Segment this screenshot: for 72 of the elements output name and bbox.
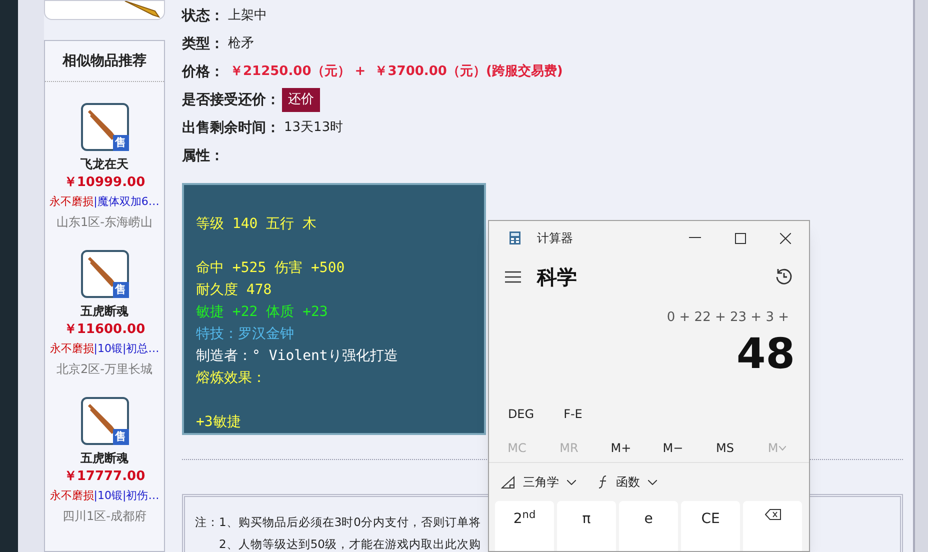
chevron-icon [567, 480, 576, 484]
field-label: 是否接受还价： [182, 90, 280, 110]
sale-badge: 售 [112, 429, 128, 445]
angle-toggle-button[interactable]: F-E [547, 399, 599, 429]
close-icon[interactable] [780, 232, 791, 244]
memory-button[interactable]: M+ [595, 433, 647, 463]
sale-badge: 售 [112, 135, 128, 151]
item-price: ￥10999.00 [64, 174, 146, 192]
calculator-app-icon [509, 231, 521, 245]
item-tag: 永不磨损 [50, 486, 94, 506]
price-text: ￥21250.00（元） + ￥3700.00（元）(跨服交易费) [230, 62, 563, 82]
field-value: 13天13时 [284, 119, 344, 138]
item-tag: |初总… [122, 339, 160, 359]
chevron-icon [648, 480, 657, 484]
item-thumbnail[interactable]: 售 [80, 103, 128, 151]
function-menu-button[interactable]: 函数 [598, 473, 657, 491]
field-label: 价格： [182, 62, 224, 82]
field-label: 类型： [182, 34, 224, 54]
attribute-line: 制造者：° Violentり强化打造 [196, 347, 399, 366]
item-thumbnail[interactable]: 售 [80, 250, 128, 298]
attribute-line: 敏捷 +22 体质 +23 [196, 303, 329, 322]
item-price: ￥17777.00 [64, 468, 146, 486]
memory-button[interactable]: MS [699, 433, 751, 463]
server-name: 北京2区-万里长城 [56, 361, 152, 378]
mode-title: 科学 [537, 264, 577, 291]
field-label: 出售剩余时间： [182, 118, 280, 138]
note-line: 注：1、购买物品后必须在3时0分内支付，否则订单将 [195, 515, 481, 529]
item-tag: |10锻 [94, 339, 122, 359]
function-menu-button[interactable]: 三角学 [501, 473, 576, 491]
counteroffer-button[interactable]: 还价 [282, 88, 320, 112]
item-tag: 永不磨损 [50, 192, 94, 212]
sale-badge: 售 [112, 282, 128, 298]
calculator-key[interactable]: 2$^{nd}$ [495, 501, 554, 551]
calculator-key[interactable]: e [619, 501, 678, 551]
result-display: 48 [736, 329, 796, 379]
expression-display: 0 + 22 + 23 + 3 + [666, 309, 790, 327]
server-name: 四川1区-成都府 [62, 508, 146, 525]
menu-icon[interactable] [505, 271, 521, 283]
function-icon [598, 475, 608, 489]
window-title: 计算器 [537, 230, 573, 247]
item-price: ￥11600.00 [64, 321, 146, 339]
field-label: 状态： [182, 6, 224, 26]
attribute-line: +3敏捷 [196, 413, 242, 432]
attribute-line: 等级 140 五行 木 [196, 215, 318, 234]
field-value: 枪矛 [228, 35, 254, 54]
attribute-line: 耐久度 478 [196, 281, 273, 300]
item-tag: 永不磨损 [50, 339, 94, 359]
note-line: 2、人物等级达到50级，才能在游戏内取出此次购 [219, 537, 481, 551]
item-tag: |初伤… [122, 486, 160, 506]
item-name[interactable]: 五虎断魂 [80, 450, 128, 467]
minimize-icon[interactable] [689, 237, 701, 239]
maximize-icon[interactable] [735, 232, 746, 244]
memory-button[interactable]: M− [647, 433, 699, 463]
angle-toggle-button[interactable]: DEG [495, 399, 547, 429]
sword-icon [123, 1, 163, 19]
attribute-line: 特技：罗汉金钟 [196, 325, 295, 344]
field-value: 上架中 [228, 7, 267, 26]
history-icon[interactable] [775, 268, 793, 286]
backspace-icon [764, 509, 780, 520]
attribute-line: 熔炼效果： [196, 369, 267, 388]
attribute-line: 命中 +525 伤害 +500 [196, 259, 346, 278]
item-thumbnail[interactable]: 售 [80, 397, 128, 445]
item-tag: |魔体双加6… [94, 192, 160, 212]
triangle-icon [501, 476, 515, 488]
calculator-key[interactable]: π [557, 501, 616, 551]
item-tag: |10锻 [94, 486, 122, 506]
field-label: 属性： [182, 146, 224, 166]
sidebar-title: 相似物品推荐 [45, 41, 164, 82]
server-name: 山东1区-东海崂山 [56, 214, 152, 231]
item-name[interactable]: 五虎断魂 [80, 303, 128, 320]
calculator-key[interactable]: CE [681, 501, 740, 551]
item-name[interactable]: 飞龙在天 [80, 156, 128, 173]
